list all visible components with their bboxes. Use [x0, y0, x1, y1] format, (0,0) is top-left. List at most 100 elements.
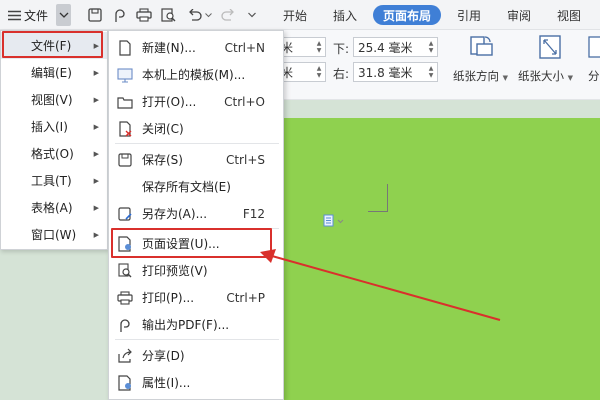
menu-item-table[interactable]: 表格(A) ▶ — [1, 194, 107, 221]
file-menu-button[interactable]: 文件 — [2, 0, 62, 30]
undo-dropdown-icon[interactable] — [203, 0, 213, 30]
paper-orientation-text: 纸张方向 — [453, 69, 499, 83]
share-icon — [117, 348, 133, 364]
menu-export-pdf[interactable]: 输出为PDF(F)... — [109, 311, 283, 338]
menu-item-file-label: 文件(F) — [31, 39, 72, 53]
menu-item-file[interactable]: 文件(F) ▶ — [1, 32, 107, 59]
menu-open[interactable]: 打开(O)... Ctrl+O — [109, 88, 283, 115]
menu-item-table-label: 表格(A) — [31, 201, 73, 215]
margin-right-label: 右: — [333, 67, 350, 81]
print-icon — [117, 290, 133, 306]
columns-icon[interactable] — [588, 36, 600, 61]
tab-references[interactable]: 引用 — [450, 0, 488, 30]
menu-new[interactable]: 新建(N)... Ctrl+N — [109, 34, 283, 61]
margin-bottom-label: 下: — [333, 42, 350, 56]
menu-properties-label: 属性(I)... — [142, 376, 191, 390]
paper-size-label[interactable]: 纸张大小 ▼ — [518, 68, 573, 84]
pdf-icon — [117, 317, 133, 333]
chevron-right-icon: ▶ — [93, 176, 99, 185]
menu-item-tools-label: 工具(T) — [31, 174, 72, 188]
menu-save-as-label: 另存为(A)... — [142, 207, 208, 221]
spin-icon[interactable]: ▲ ▼ — [315, 65, 323, 79]
tab-home[interactable]: 开始 — [276, 0, 314, 30]
spin-icon[interactable]: ▲ ▼ — [427, 65, 435, 79]
menu-page-setup-label: 页面设置(U)... — [142, 237, 220, 251]
menu-print-shortcut: Ctrl+P — [226, 290, 265, 305]
menu-save-as-shortcut: F12 — [242, 206, 265, 221]
chevron-right-icon: ▶ — [93, 68, 99, 77]
menu-separator — [115, 143, 279, 144]
menu-print-label: 打印(P)... — [142, 291, 195, 305]
export-pdf-icon[interactable] — [111, 0, 129, 30]
save-as-icon — [117, 206, 133, 222]
menu-close[interactable]: 关闭(C) — [109, 115, 283, 142]
columns-label[interactable]: 分 — [588, 68, 600, 84]
menu-item-window-label: 窗口(W) — [31, 228, 77, 242]
menu-new-label: 新建(N)... — [142, 41, 196, 55]
menu-separator — [115, 228, 279, 229]
menu-save-shortcut: Ctrl+S — [225, 152, 265, 167]
paper-orientation-label[interactable]: 纸张方向 ▼ — [453, 68, 508, 84]
tab-view[interactable]: 视图 — [550, 0, 588, 30]
menu-close-label: 关闭(C) — [142, 122, 184, 136]
paper-orientation-icon[interactable] — [468, 34, 494, 63]
document-page[interactable] — [283, 118, 600, 400]
menu-save-all-label: 保存所有文档(E) — [142, 180, 231, 194]
paper-size-text: 纸张大小 — [518, 69, 564, 83]
menu-local-templates-label: 本机上的模板(M)... — [142, 68, 246, 82]
menu-item-format[interactable]: 格式(O) ▶ — [1, 140, 107, 167]
margin-bottom-value: 25.4 毫米 — [358, 40, 413, 55]
chevron-down-icon: ▼ — [567, 74, 574, 82]
hamburger-icon — [8, 10, 21, 21]
menu-item-edit-label: 编辑(E) — [31, 66, 72, 80]
chevron-down-icon: ▼ — [502, 74, 509, 82]
menu-item-tools[interactable]: 工具(T) ▶ — [1, 167, 107, 194]
close-doc-icon — [117, 121, 133, 137]
menu-item-insert-label: 插入(I) — [31, 120, 68, 134]
chevron-right-icon: ▶ — [93, 149, 99, 158]
menu-properties[interactable]: 属性(I)... — [109, 369, 283, 396]
menu-item-edit[interactable]: 编辑(E) ▶ — [1, 59, 107, 86]
file-menu-dropdown-button[interactable] — [56, 4, 71, 26]
customize-toolbar-icon[interactable] — [245, 0, 259, 30]
undo-icon[interactable] — [185, 0, 203, 30]
menu-save-as[interactable]: 另存为(A)... F12 — [109, 200, 283, 227]
menu-page-setup[interactable]: 页面设置(U)... — [109, 230, 283, 257]
open-folder-icon — [117, 94, 133, 110]
spin-icon[interactable]: ▲ ▼ — [427, 40, 435, 54]
menu-print[interactable]: 打印(P)... Ctrl+P — [109, 284, 283, 311]
menu-save[interactable]: 保存(S) Ctrl+S — [109, 146, 283, 173]
spin-icon[interactable]: ▲ ▼ — [315, 40, 323, 54]
menu-share[interactable]: 分享(D) — [109, 342, 283, 369]
margin-bottom-field[interactable]: 25.4 毫米 ▲ ▼ — [353, 37, 438, 57]
save-icon — [117, 152, 133, 168]
properties-icon — [117, 375, 133, 391]
menu-item-format-label: 格式(O) — [31, 147, 74, 161]
print-preview-icon[interactable] — [160, 0, 178, 30]
page-margin-corner-mark — [368, 184, 388, 212]
menu-print-preview[interactable]: 打印预览(V) — [109, 257, 283, 284]
margin-right-field[interactable]: 31.8 毫米 ▲ ▼ — [353, 62, 438, 82]
paste-options-icon[interactable] — [323, 214, 347, 231]
menu-item-window[interactable]: 窗口(W) ▶ — [1, 221, 107, 248]
main-menu: 文件(F) ▶ 编辑(E) ▶ 视图(V) ▶ 插入(I) ▶ 格式(O) ▶ … — [0, 30, 108, 250]
menu-local-templates[interactable]: 本机上的模板(M)... — [109, 61, 283, 88]
menu-new-shortcut: Ctrl+N — [224, 40, 265, 55]
paper-size-icon[interactable] — [538, 34, 562, 63]
tab-review[interactable]: 审阅 — [500, 0, 538, 30]
save-icon[interactable] — [86, 0, 104, 30]
menu-separator — [115, 339, 279, 340]
chevron-down-icon — [59, 12, 69, 18]
print-icon[interactable] — [135, 0, 153, 30]
menu-share-label: 分享(D) — [142, 349, 185, 363]
title-toolbar: 文件 开始 插入 页面布局 引用 审阅 视图 — [0, 0, 600, 30]
menu-save-all[interactable]: 保存所有文档(E) — [109, 173, 283, 200]
menu-item-insert[interactable]: 插入(I) ▶ — [1, 113, 107, 140]
menu-item-view-label: 视图(V) — [31, 93, 73, 107]
tab-page-layout[interactable]: 页面布局 — [373, 5, 441, 25]
menu-item-view[interactable]: 视图(V) ▶ — [1, 86, 107, 113]
redo-icon[interactable] — [219, 0, 237, 30]
chevron-right-icon: ▶ — [93, 122, 99, 131]
tab-insert[interactable]: 插入 — [326, 0, 364, 30]
template-icon — [117, 67, 133, 83]
